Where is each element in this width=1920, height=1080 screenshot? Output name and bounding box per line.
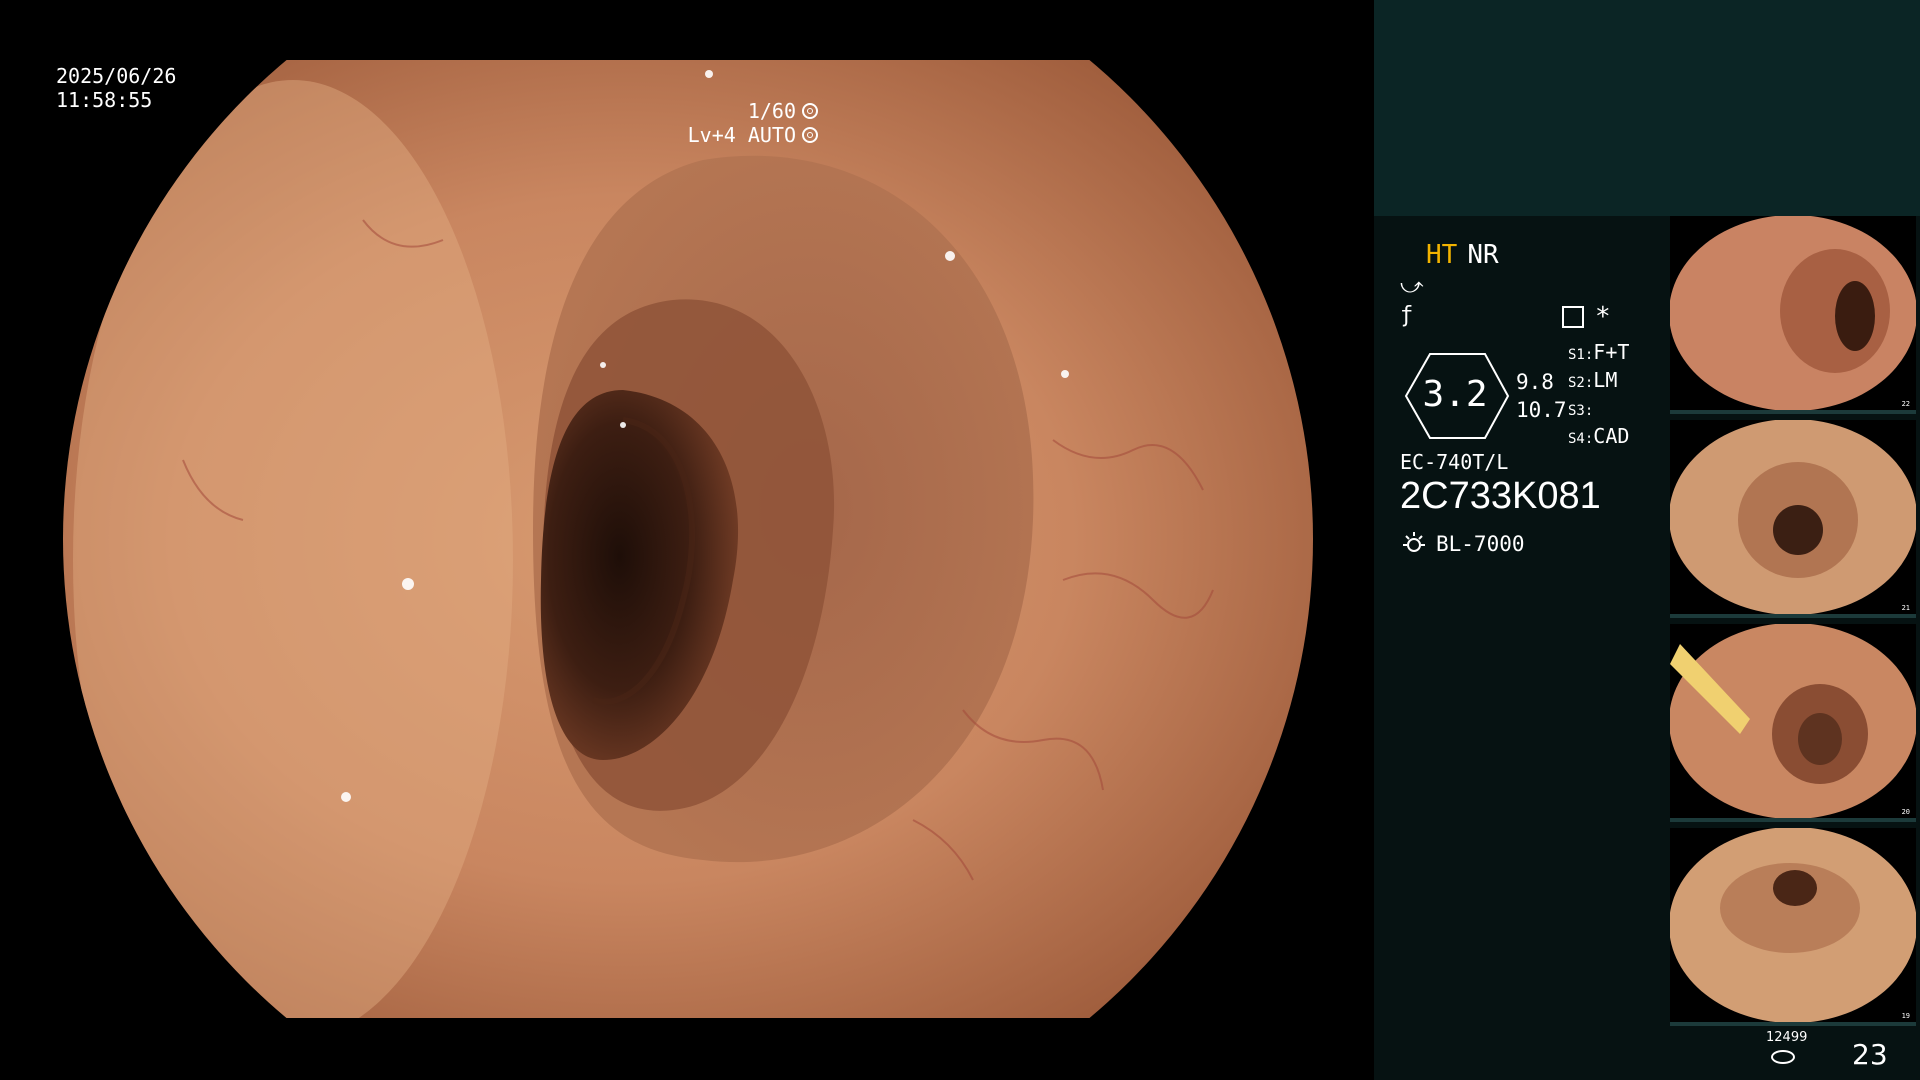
shutter-icon	[802, 103, 818, 119]
mode-nr: NR	[1467, 240, 1499, 270]
scope-model: EC-740T/L	[1400, 450, 1509, 474]
thumbnail-strip: 22 21 20 19	[1670, 216, 1920, 1032]
thumbnail-4[interactable]: 19	[1670, 828, 1916, 1026]
image-counter: 12499	[1766, 1030, 1808, 1045]
setting-s4: S4:CAD	[1568, 424, 1630, 448]
thumbnail-image	[1670, 624, 1916, 818]
main-endoscope-view: 2025/06/26 11:58:55 1/60 Lv+4 AUTO	[0, 0, 1374, 1080]
ring-side-values: 9.8 10.7	[1516, 368, 1567, 424]
settings-icon	[1562, 306, 1584, 328]
light-source: BL-7000	[1400, 530, 1525, 558]
thumb-num: 19	[1901, 1012, 1910, 1020]
light-source-text: BL-7000	[1436, 532, 1525, 556]
setting-s1: S1:F+T	[1568, 340, 1630, 364]
date-text: 2025/06/26	[56, 64, 177, 88]
auto-iris-icon	[802, 127, 818, 143]
setting-s2: S2:LM	[1568, 368, 1618, 392]
total-images: 23	[1852, 1038, 1888, 1071]
exposure-readout: 1/60 Lv+4 AUTO	[688, 99, 818, 147]
scope-info: HT NR ⤻ ƒ * 3.2 9.8 10.7 S1:F+T S2:LM S3…	[1400, 240, 1670, 556]
zoom-ring: 3.2	[1400, 350, 1515, 442]
level-text: Lv+4 AUTO	[687, 123, 796, 147]
enhance-icon: ⤻	[1400, 274, 1424, 299]
ring-side-top: 9.8	[1516, 370, 1554, 394]
thumbnail-2[interactable]: 21	[1670, 420, 1916, 618]
setting-s3: S3:	[1568, 403, 1594, 419]
thumbnail-3[interactable]: 20	[1670, 624, 1916, 822]
switch-settings: S1:F+T S2:LM S3: S4:CAD	[1568, 340, 1629, 452]
thumb-num: 20	[1901, 808, 1910, 816]
mode-row: HT NR	[1400, 240, 1670, 270]
endoscope-image	[63, 60, 1313, 1018]
thumbnail-image	[1670, 828, 1916, 1022]
scope-serial: 2C733K081	[1400, 475, 1601, 517]
thumbnail-image	[1670, 420, 1916, 614]
thumbnail-image	[1670, 216, 1916, 410]
ring-side-bottom: 10.7	[1516, 398, 1567, 422]
shutter-text: 1/60	[747, 99, 796, 123]
storage-icon	[1771, 1050, 1795, 1064]
panel-header-block	[1374, 0, 1920, 216]
side-panel: HT NR ⤻ ƒ * 3.2 9.8 10.7 S1:F+T S2:LM S3…	[1374, 0, 1920, 1080]
filter-icon: ƒ	[1400, 303, 1414, 328]
time-text: 11:58:55	[56, 88, 153, 112]
thumb-num: 21	[1901, 604, 1910, 612]
datetime-readout: 2025/06/26 11:58:55	[56, 64, 176, 112]
thumbnail-1[interactable]: 22	[1670, 216, 1916, 414]
star-indicator: *	[1595, 302, 1611, 332]
thumb-num: 22	[1901, 400, 1910, 408]
zoom-value: 3.2	[1422, 374, 1488, 415]
light-icon	[1403, 532, 1425, 552]
mode-ht: HT	[1426, 240, 1458, 270]
